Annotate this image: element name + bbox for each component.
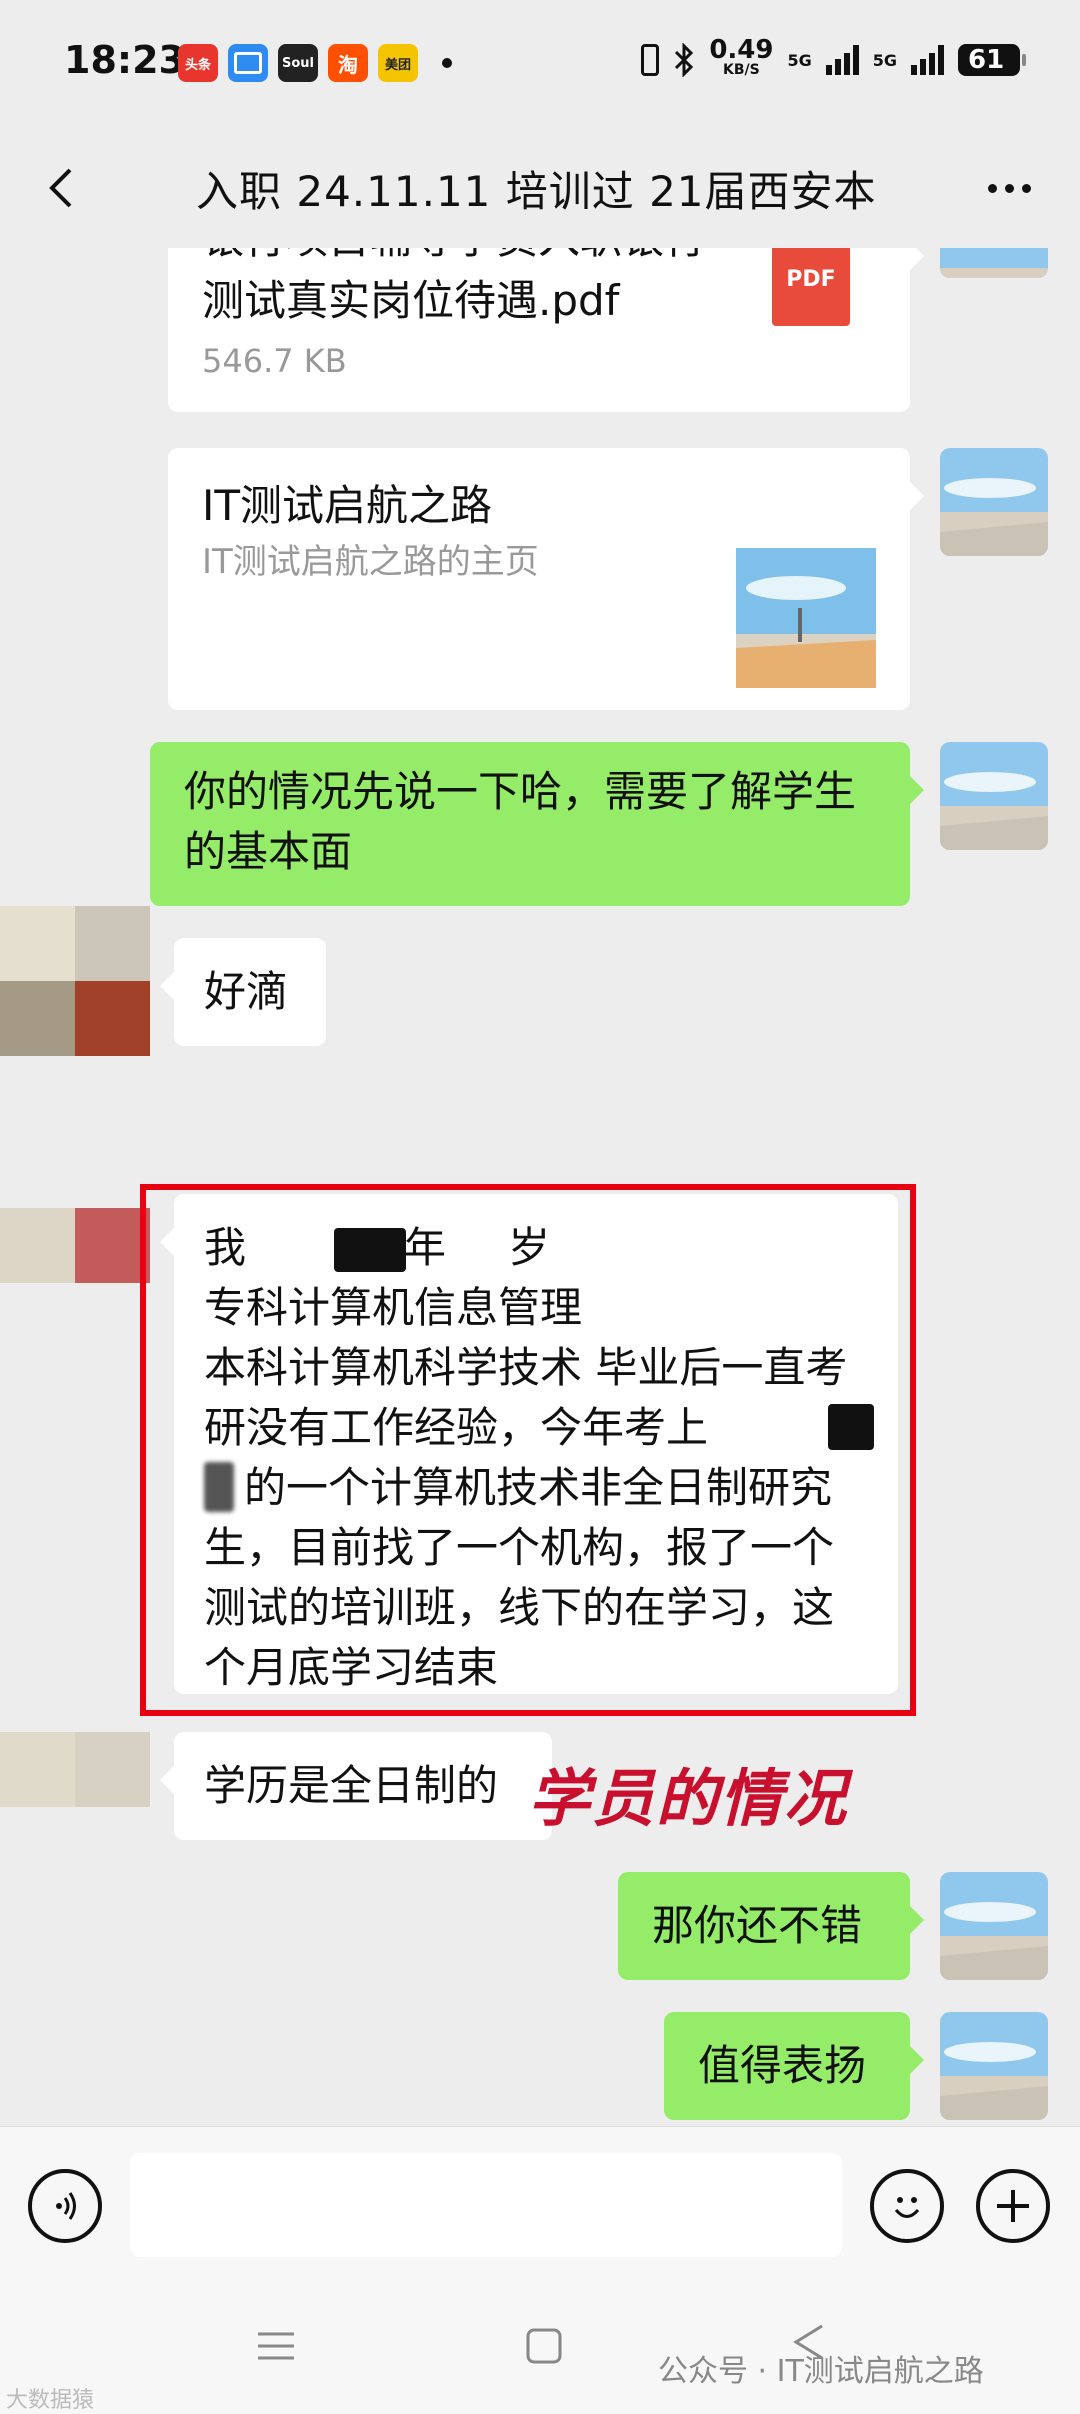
network-speed: 0.49 KB/S <box>709 37 773 80</box>
incoming-message[interactable]: 学历是全日制的 <box>160 1732 552 1840</box>
voice-icon <box>56 2192 76 2220</box>
status-bar: 18:23 头条 Soul 淘 美团 0.49 KB/S 5G 5G 61 <box>0 0 1080 128</box>
message-text: 好滴 <box>204 967 289 1016</box>
my-avatar[interactable] <box>940 248 1048 278</box>
contact-avatar[interactable] <box>0 906 150 1056</box>
contact-avatar[interactable] <box>0 1732 150 1807</box>
annotation-label: 学员的情况 <box>528 1762 849 1835</box>
card-subtitle: IT测试启航之路的主页 <box>202 542 539 582</box>
bluetooth-icon <box>675 43 694 77</box>
toutiao-app-icon: 头条 <box>178 44 218 82</box>
pdf-icon: PDF <box>772 248 850 326</box>
plus-icon <box>997 2190 1029 2222</box>
my-avatar[interactable] <box>940 1872 1048 1980</box>
profile-card-message[interactable]: IT测试启航之路 IT测试启航之路的主页 <box>168 448 924 710</box>
signal-icon-2 <box>911 45 944 75</box>
chevron-left-icon <box>49 168 72 208</box>
watermark-text: 公众号 · IT测试启航之路 <box>658 2354 984 2389</box>
my-avatar[interactable] <box>940 2012 1048 2120</box>
my-avatar[interactable] <box>940 448 1048 556</box>
incoming-message[interactable]: 好滴 <box>160 938 326 1046</box>
watermark-small: 大数据猿 <box>6 2388 95 2413</box>
chat-title: 入职 24.11.11 培训过 21届西安本 <box>196 167 877 216</box>
home-nav-icon[interactable] <box>524 2326 564 2366</box>
menu-nav-icon[interactable] <box>256 2326 296 2366</box>
back-button[interactable] <box>34 158 94 218</box>
message-list[interactable]: 银行项目辅导学员入职银行测试真实岗位待遇.pdf 546.7 KB PDF IT… <box>0 248 1080 2126</box>
status-time: 18:23 <box>64 38 185 82</box>
net-type-2: 5G <box>872 50 897 70</box>
meituan-app-icon: 美团 <box>378 44 418 82</box>
net-type-1: 5G <box>787 50 812 70</box>
card-title: IT测试启航之路 <box>202 481 493 530</box>
emoji-button[interactable] <box>870 2169 944 2243</box>
chat-header: 入职 24.11.11 培训过 21届西安本 <box>0 128 1080 248</box>
input-bar <box>0 2126 1080 2287</box>
taobao-app-icon: 淘 <box>328 44 368 82</box>
notification-icons: 头条 Soul 淘 美团 <box>178 44 452 82</box>
soul-app-icon: Soul <box>278 44 318 82</box>
system-status: 0.49 KB/S 5G 5G 61 <box>641 37 1026 80</box>
smiley-icon <box>894 2197 920 2218</box>
file-name: 银行项目辅导学员入职银行测试真实岗位待遇.pdf <box>202 248 706 325</box>
highlight-box <box>140 1184 916 1716</box>
files-app-icon <box>228 44 268 82</box>
more-options-button[interactable] <box>974 158 1044 218</box>
outgoing-message[interactable]: 值得表扬 <box>664 2012 924 2120</box>
contact-avatar[interactable] <box>0 1208 150 1283</box>
more-notifications-dot <box>442 58 452 68</box>
battery-icon: 61 <box>958 44 1026 76</box>
message-text: 学历是全日制的 <box>204 1761 499 1810</box>
system-nav-bar: 公众号 · IT测试启航之路 大数据猿 <box>0 2286 1080 2414</box>
outgoing-message[interactable]: 那你还不错 <box>618 1872 924 1980</box>
file-message[interactable]: 银行项目辅导学员入职银行测试真实岗位待遇.pdf 546.7 KB PDF <box>168 248 924 412</box>
more-functions-button[interactable] <box>976 2169 1050 2243</box>
signal-icon-1 <box>825 45 859 75</box>
file-size: 546.7 KB <box>202 342 347 380</box>
vibrate-icon <box>641 44 660 76</box>
my-avatar[interactable] <box>940 742 1048 850</box>
message-text: 值得表扬 <box>698 2041 867 2090</box>
voice-button[interactable] <box>28 2169 102 2243</box>
outgoing-message[interactable]: 你的情况先说一下哈，需要了解学生的基本面 <box>150 742 924 906</box>
card-thumbnail <box>736 548 876 688</box>
message-text: 那你还不错 <box>652 1901 863 1950</box>
message-text: 你的情况先说一下哈，需要了解学生的基本面 <box>184 767 857 876</box>
message-input[interactable] <box>130 2153 842 2257</box>
